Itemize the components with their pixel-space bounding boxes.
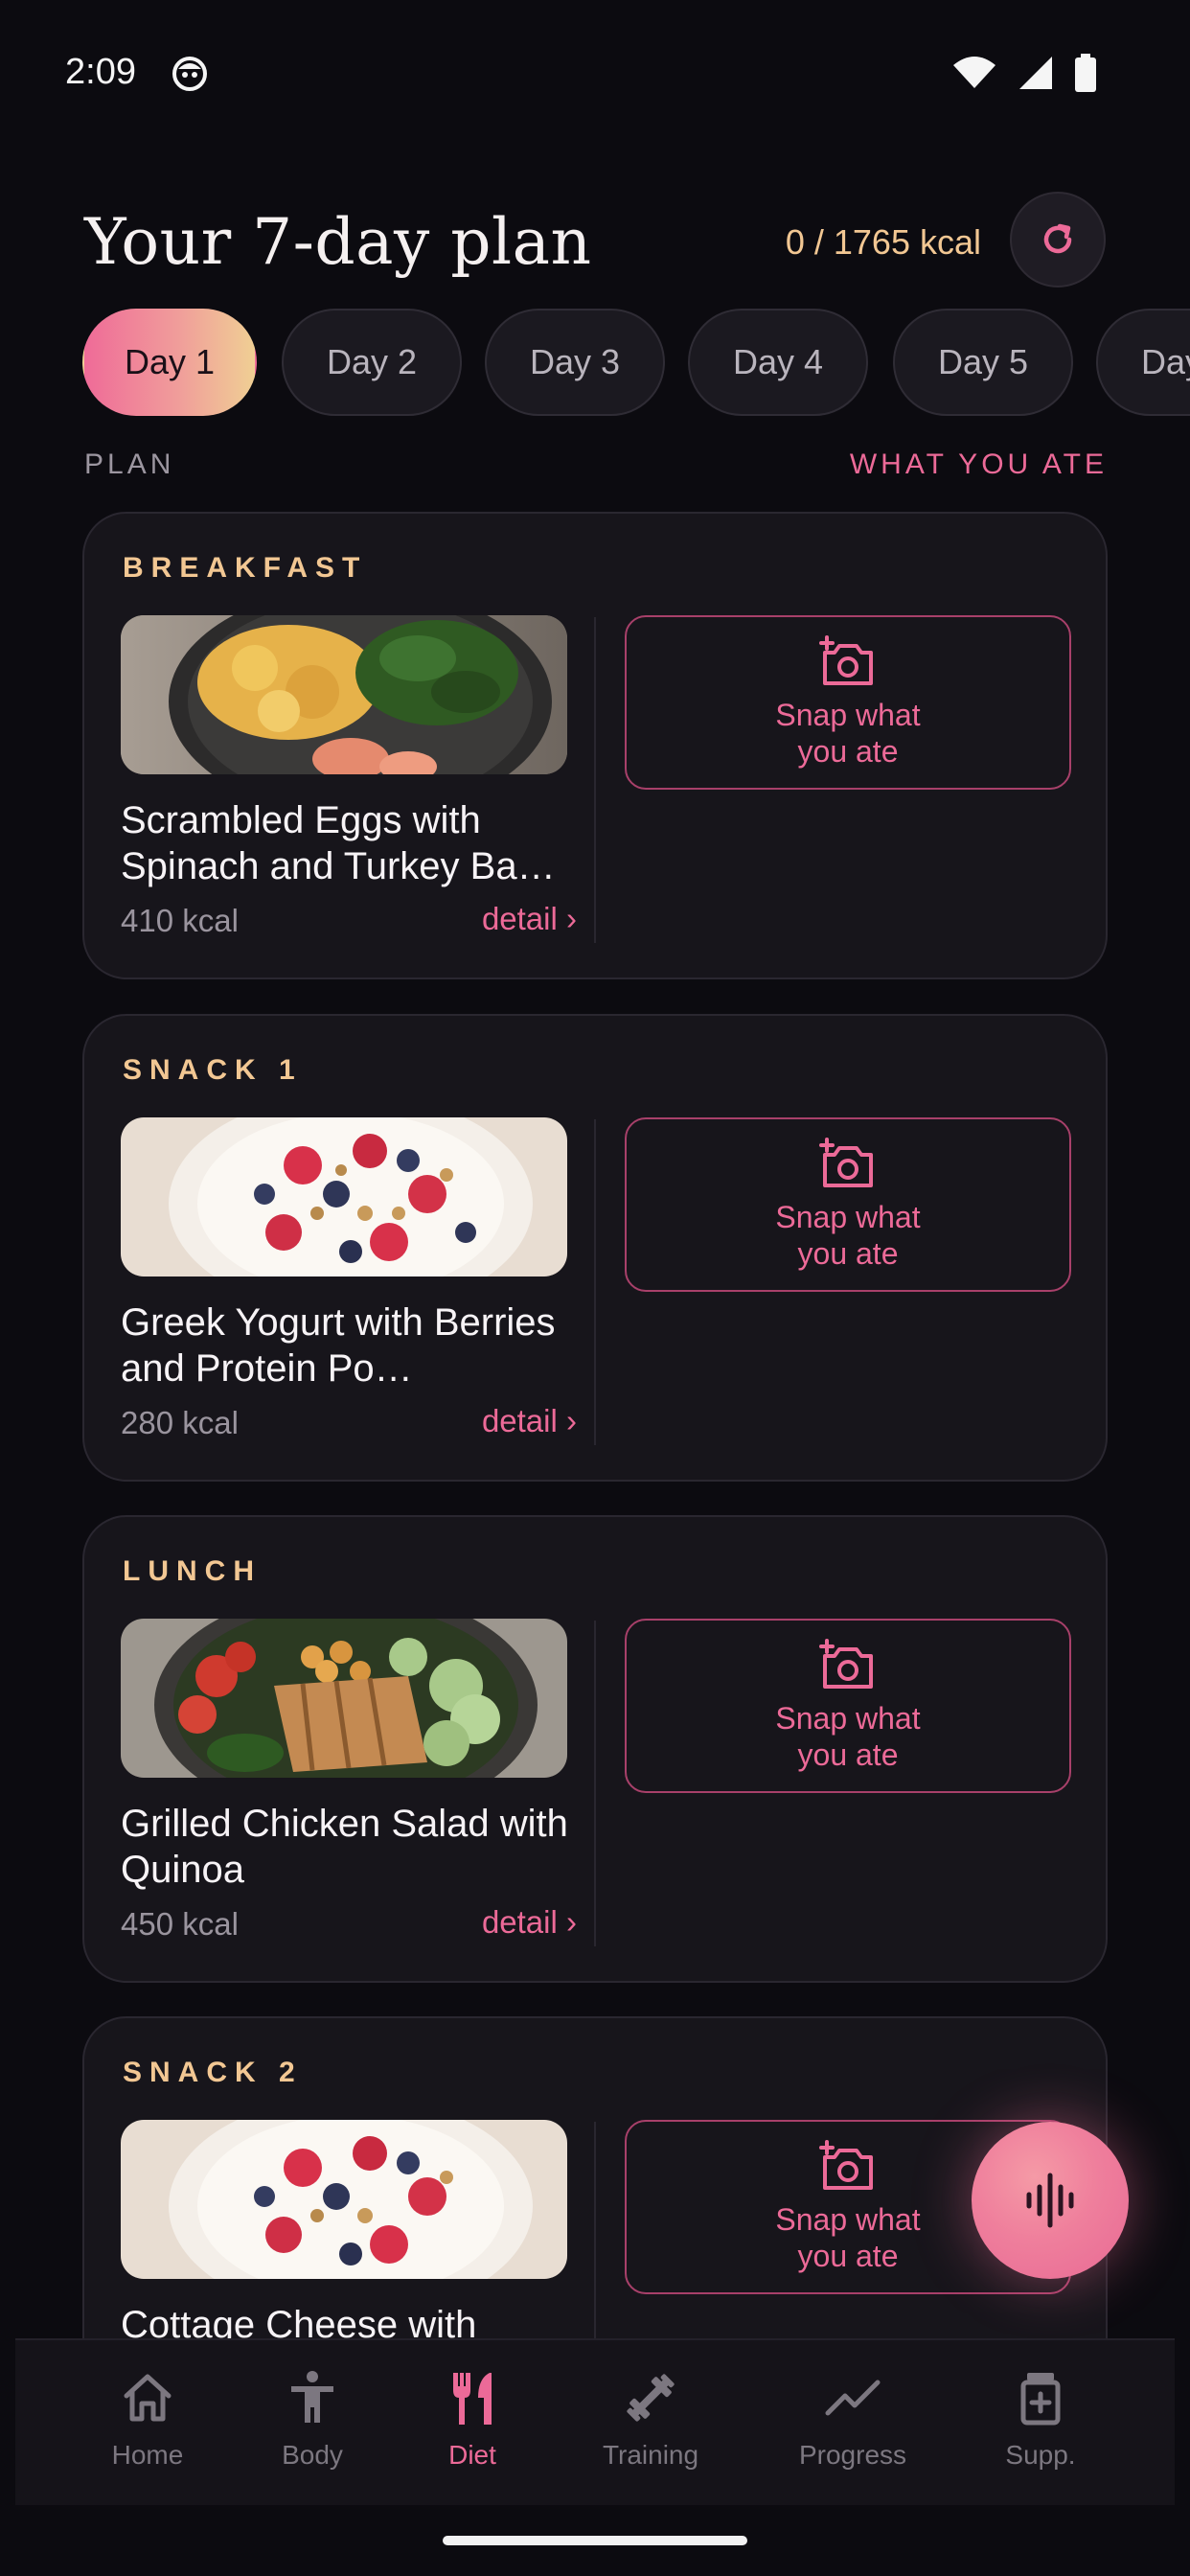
meal-name: Scrambled Eggs with Spinach and Turkey B… (121, 799, 556, 887)
snap-label: Snap what you ate (775, 1200, 921, 1271)
meal-type: BREAKFAST (123, 552, 368, 584)
snap-label: Snap what you ate (775, 698, 921, 769)
add-photo-icon (819, 2140, 873, 2190)
snap-what-you-ate-button[interactable]: Snap what you ate (625, 1117, 1071, 1292)
bottom-nav: Home Body Diet Training Progress Supp. (15, 2338, 1175, 2505)
divider (594, 1119, 596, 1445)
meal-name: Grilled Chicken Salad with Quinoa (121, 1803, 568, 1891)
snap-what-you-ate-button[interactable]: Snap what you ate (625, 1619, 1071, 1793)
snap-label: Snap what you ate (775, 2202, 921, 2273)
meal-photo[interactable] (121, 1117, 567, 1276)
add-photo-icon (819, 635, 873, 685)
meal-name: Greek Yogurt with Berries and Protein Po… (121, 1301, 556, 1390)
add-photo-icon (819, 1138, 873, 1187)
meal-card-snack-2: SNACK 2 Cottage Cheese with Snap what yo… (82, 2016, 1108, 2338)
waveform-icon (1026, 2173, 1074, 2228)
home-icon (124, 2374, 172, 2422)
detail-link[interactable]: detail › (482, 1403, 577, 1439)
trend-icon (825, 2380, 881, 2416)
meal-type: LUNCH (123, 1555, 262, 1587)
meal-card-lunch: LUNCH Grilled Chicken Salad with Quinoa … (82, 1515, 1108, 1983)
voice-input-button[interactable] (972, 2122, 1129, 2279)
nav-training[interactable]: Training (569, 2369, 732, 2484)
nav-label: Home (111, 2440, 184, 2470)
add-photo-icon (819, 1639, 873, 1689)
divider (594, 617, 596, 943)
meal-kcal: 280 kcal (121, 1405, 239, 1440)
supplement-bottle-icon (1020, 2373, 1061, 2426)
nav-progress[interactable]: Progress (771, 2369, 934, 2484)
meal-kcal: 410 kcal (121, 903, 239, 938)
dumbbell-icon (627, 2374, 675, 2422)
detail-link[interactable]: detail › (482, 1904, 577, 1941)
meal-name: Cottage Cheese with (121, 2304, 477, 2338)
gesture-bar[interactable] (443, 2536, 747, 2545)
meal-card-breakfast: BREAKFAST Scrambled Eggs with Spinach an… (82, 512, 1108, 979)
divider (594, 2122, 596, 2338)
nav-home[interactable]: Home (66, 2369, 229, 2484)
meal-type: SNACK 2 (123, 2057, 303, 2088)
nav-label: Supp. (1005, 2440, 1076, 2470)
meal-type: SNACK 1 (123, 1054, 303, 1086)
body-icon (291, 2371, 333, 2423)
meal-kcal: 450 kcal (121, 1906, 239, 1942)
nav-label: Progress (798, 2440, 907, 2470)
fork-knife-icon (453, 2373, 492, 2425)
nav-label: Training (602, 2440, 699, 2470)
nav-diet[interactable]: Diet (391, 2369, 554, 2484)
meal-list: BREAKFAST Scrambled Eggs with Spinach an… (0, 0, 1190, 2338)
divider (594, 1621, 596, 1946)
snap-label: Snap what you ate (775, 1701, 921, 1772)
nav-supplements[interactable]: Supp. (959, 2369, 1122, 2484)
meal-photo[interactable] (121, 615, 567, 774)
meal-card-snack-1: SNACK 1 Greek Yogurt with Berries and Pr… (82, 1014, 1108, 1482)
nav-label: Body (282, 2440, 343, 2470)
meal-photo[interactable] (121, 1619, 567, 1778)
nav-body[interactable]: Body (231, 2369, 394, 2484)
detail-link[interactable]: detail › (482, 901, 577, 937)
meal-photo[interactable] (121, 2120, 567, 2279)
nav-label: Diet (448, 2440, 496, 2470)
snap-what-you-ate-button[interactable]: Snap what you ate (625, 615, 1071, 790)
